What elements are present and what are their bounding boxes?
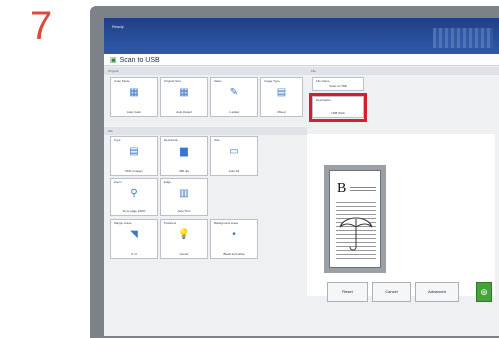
dot-icon: •	[232, 229, 236, 240]
status-text: Ready	[112, 24, 124, 29]
original-size-card[interactable]: Original Size ▦ Auto Detect	[160, 77, 208, 117]
margin-card[interactable]: Margin erase ◥ 0 / 0	[110, 219, 158, 259]
type-card[interactable]: Type ▤ PDF (Image)	[110, 136, 158, 176]
scan-icon: ▣	[110, 57, 117, 64]
start-icon: ⊛	[480, 287, 488, 297]
image-type-value: Mixed	[277, 110, 286, 114]
magnifier-icon: ⚲	[130, 188, 138, 199]
position-card[interactable]: Positions 💡 Center	[160, 219, 208, 259]
zoom-label: Zoom	[114, 180, 122, 184]
original-size-label: Original Size	[164, 79, 182, 83]
resolution-card[interactable]: Resolution ▆ 300 dpi	[160, 136, 208, 176]
destination-highlight	[309, 93, 367, 122]
file-name-card[interactable]: File Name Scan to USB	[312, 77, 364, 91]
size-value: Auto A4	[228, 169, 240, 173]
sides-value: 1-sided	[229, 110, 239, 114]
bulb-icon: 💡	[177, 229, 191, 240]
color-icon: ▦	[129, 87, 139, 98]
original-size-value: Auto Detect	[176, 110, 192, 114]
status-bar: Ready	[104, 18, 499, 54]
color-mode-value: Auto Color	[126, 110, 142, 114]
margin-icon: ◥	[130, 229, 138, 240]
position-value: Center	[179, 252, 189, 256]
page-size-icon: ▦	[179, 87, 189, 98]
file-name-label: File Name	[316, 79, 330, 83]
size-card[interactable]: Size ▭ Auto A4	[210, 136, 258, 176]
resolution-value: 300 dpi	[179, 169, 189, 173]
sides-label: Sides	[214, 79, 222, 83]
zoom-value: Fit to page 100%	[122, 209, 146, 213]
title-bar: ▣ Scan to USB	[104, 54, 499, 66]
color-mode-label: Color Mode	[114, 79, 130, 83]
printer-icon: ▆	[180, 146, 188, 157]
preview-letter: B	[337, 181, 347, 196]
advanced-button[interactable]: Advanced	[415, 282, 459, 302]
color-mode-card[interactable]: Color Mode ▦ Auto Color	[110, 77, 158, 117]
reset-button[interactable]: Reset	[327, 282, 368, 302]
section-destination: File	[307, 67, 499, 75]
page-title-text: Scan to USB	[119, 57, 160, 64]
brand-graphic	[433, 28, 493, 48]
edge-value: Auto Trim	[177, 209, 191, 213]
edge-label: Edge	[164, 180, 172, 184]
size-label: Size	[214, 138, 220, 142]
pen-icon: ✎	[229, 87, 239, 98]
page-title: ▣ Scan to USB	[110, 56, 160, 64]
background-label: Background erase	[214, 221, 239, 225]
step-number: 7	[30, 4, 53, 48]
sides-card[interactable]: Sides ✎ 1-sided	[210, 77, 258, 117]
preview-lines-top	[350, 185, 376, 193]
background-value: Black and white	[223, 252, 245, 256]
margin-label: Margin erase	[114, 221, 132, 225]
image-type-card[interactable]: Image Type ▤ Mixed	[260, 77, 303, 117]
section-file: File	[104, 127, 307, 135]
image-type-icon: ▤	[276, 87, 287, 98]
type-value: PDF (Image)	[125, 169, 143, 173]
start-button[interactable]: ⊛	[476, 282, 492, 302]
edge-icon: ▥	[179, 188, 189, 199]
zoom-card[interactable]: Zoom ⚲ Fit to page 100%	[110, 178, 158, 216]
preview-document: B	[329, 170, 381, 268]
file-name-value: Scan to USB	[329, 84, 347, 88]
file-icon: ▤	[129, 146, 139, 157]
size-icon: ▭	[229, 146, 239, 157]
edge-card[interactable]: Edge ▥ Auto Trim	[160, 178, 208, 216]
position-label: Positions	[164, 221, 177, 225]
image-type-label: Image Type	[264, 79, 280, 83]
margin-value: 0 / 0	[131, 252, 137, 256]
background-card[interactable]: Background erase • Black and white	[210, 219, 258, 259]
type-label: Type	[114, 138, 121, 142]
umbrella-icon	[339, 217, 373, 251]
resolution-label: Resolution	[164, 138, 179, 142]
cancel-button[interactable]: Cancel	[372, 282, 411, 302]
section-original: Original	[104, 67, 307, 75]
